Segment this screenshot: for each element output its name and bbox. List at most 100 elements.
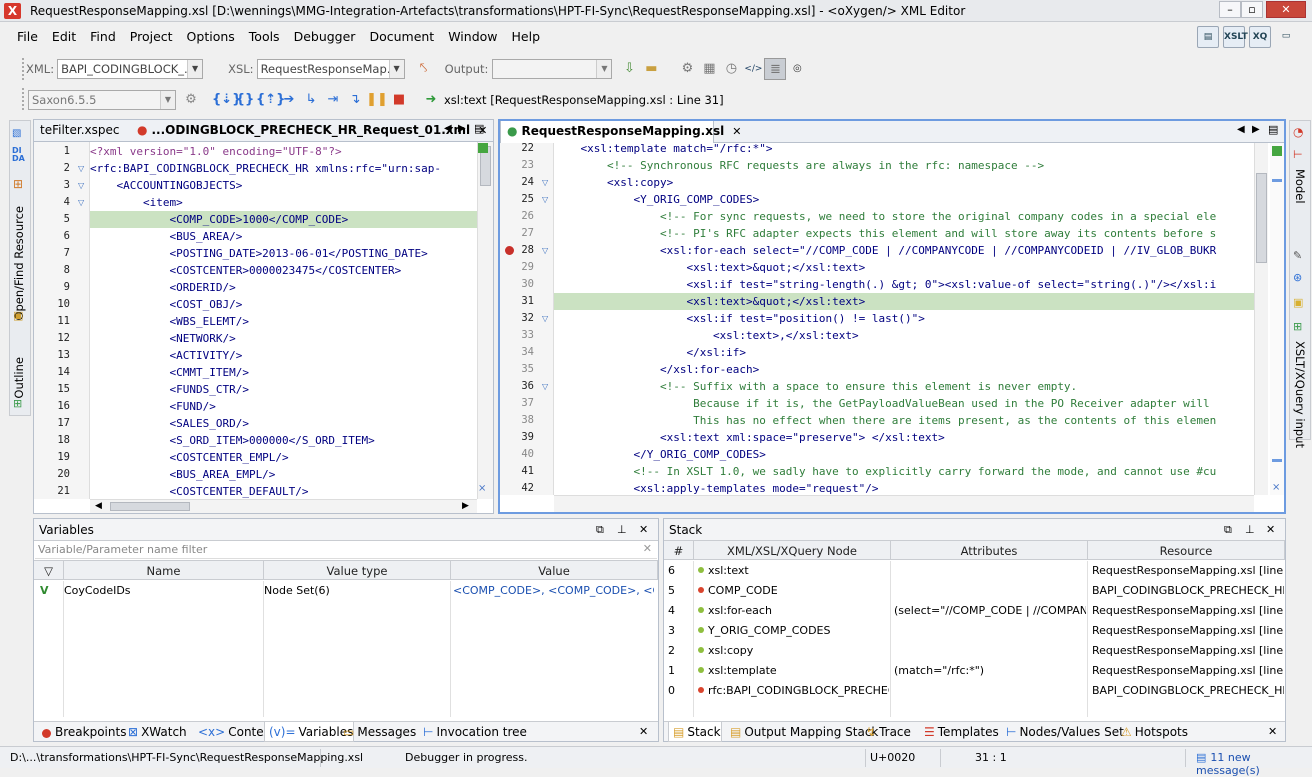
menu-find[interactable]: Find bbox=[83, 26, 123, 48]
left-editor-horizontal-scrollbar[interactable]: ◀ ▶ bbox=[90, 499, 477, 513]
tools-icon[interactable]: ✎ bbox=[1293, 249, 1302, 262]
node-column-header[interactable]: XML/XSL/XQuery Node bbox=[694, 540, 891, 560]
fold-toggle-icon[interactable]: ▽ bbox=[542, 310, 548, 327]
resource-column-header[interactable]: Resource bbox=[1088, 540, 1285, 560]
left-editor-code[interactable]: 1 <?xml version="1.0" encoding="UTF-8"?> 2… bbox=[34, 120, 477, 499]
menu-file[interactable]: File bbox=[10, 26, 45, 48]
menu-project[interactable]: Project bbox=[123, 26, 180, 48]
xslt-debugger-perspective-icon[interactable]: XSLT bbox=[1223, 26, 1248, 48]
fold-toggle-icon[interactable]: ▽ bbox=[542, 174, 548, 191]
tab-invocation-tree[interactable]: ⊢ Invocation tree bbox=[419, 722, 527, 742]
xslt-input-icon[interactable]: ⊞ bbox=[1293, 320, 1302, 333]
step-into-icon[interactable]: {⇣} bbox=[212, 89, 241, 111]
outline-tab[interactable]: Outline bbox=[12, 357, 26, 399]
database-perspective-icon[interactable]: ▭ bbox=[1275, 26, 1297, 48]
tab-nodes-values-set[interactable]: ⊢ Nodes/Values Set bbox=[1002, 722, 1124, 742]
step-over-icon[interactable]: {} bbox=[234, 89, 256, 111]
stack-frame-row[interactable]: 2 xsl:copy RequestResponseMapping.xsl [lin… bbox=[664, 641, 1285, 661]
left-hscroll-thumb[interactable] bbox=[110, 502, 190, 511]
open-folder-icon[interactable]: ▬ bbox=[640, 58, 662, 80]
fold-toggle-icon[interactable]: ▽ bbox=[542, 191, 548, 208]
project-icon[interactable]: ⊞ bbox=[13, 177, 23, 191]
menu-edit[interactable]: Edit bbox=[45, 26, 83, 48]
value-column-header[interactable]: Value bbox=[451, 560, 658, 580]
right-editor-code[interactable]: 22 <xsl:template match="/rfc:*"> 23 <!-- … bbox=[500, 121, 1254, 495]
clear-filter-icon[interactable]: ✕ bbox=[643, 542, 652, 555]
menu-help[interactable]: Help bbox=[505, 26, 548, 48]
close-view-icon[interactable]: ✕ bbox=[1266, 519, 1275, 541]
value-type-column-header[interactable]: Value type bbox=[264, 560, 451, 580]
fold-toggle-icon[interactable]: ▽ bbox=[78, 177, 84, 194]
right-editor-vertical-scrollbar[interactable] bbox=[1254, 143, 1268, 495]
tab-output-mapping-stack[interactable]: ▤ Output Mapping Stack bbox=[726, 722, 878, 742]
stack-frame-row[interactable]: 5 COMP_CODE BAPI_CODINGBLOCK_PRECHECK_HR..… bbox=[664, 581, 1285, 601]
pause-icon[interactable]: ❚❚ bbox=[366, 89, 388, 111]
right-expand-icon[interactable]: ⨯ bbox=[1272, 482, 1280, 493]
editor-perspective-icon[interactable]: ▤ bbox=[1197, 26, 1219, 48]
resource-icon[interactable]: ▣ bbox=[13, 309, 23, 322]
breakpoint-view-icon[interactable]: ◎ bbox=[786, 58, 808, 80]
stack-frame-row[interactable]: 3 Y_ORIG_COMP_CODES RequestResponseMapping… bbox=[664, 621, 1285, 641]
model-tab[interactable]: Model bbox=[1293, 169, 1307, 204]
xquery-debugger-perspective-icon[interactable]: XQ bbox=[1249, 26, 1271, 48]
attributes-icon[interactable]: ◔ bbox=[1293, 125, 1303, 139]
tab-hotspots[interactable]: ⚠ Hotspots bbox=[1117, 722, 1188, 742]
ruler-mark[interactable] bbox=[1272, 179, 1282, 182]
open-find-resource-tab[interactable]: Open/Find Resource bbox=[12, 206, 26, 321]
tab-list-icon[interactable]: ▤ bbox=[1268, 123, 1278, 136]
status-messages[interactable]: ▤ 11 new message(s) bbox=[1196, 751, 1312, 777]
step-out-icon[interactable]: {⇡} bbox=[256, 89, 285, 111]
tab-trace[interactable]: ↯ Trace bbox=[862, 722, 911, 742]
menu-document[interactable]: Document bbox=[362, 26, 441, 48]
close-view-icon[interactable]: ✕ bbox=[639, 519, 648, 541]
tab-messages[interactable]: ▭ Messages bbox=[339, 722, 416, 742]
variable-row[interactable]: V CoyCodeIDs Node Set(6) <COMP_CODE>, <C… bbox=[34, 581, 658, 601]
save-output-icon[interactable]: ⇩ bbox=[618, 58, 640, 80]
close-bottom-right-icon[interactable]: ✕ bbox=[1268, 725, 1277, 738]
menu-window[interactable]: Window bbox=[441, 26, 504, 48]
diagram-icon[interactable]: ▧ bbox=[12, 128, 21, 139]
html-output-icon[interactable]: </> bbox=[742, 58, 764, 80]
output-select[interactable]: ▼ bbox=[492, 59, 613, 79]
attributes-column-header[interactable]: Attributes bbox=[891, 540, 1088, 560]
scroll-left-icon[interactable]: ◀ bbox=[95, 501, 102, 511]
restore-icon[interactable]: ⧉ bbox=[1224, 519, 1232, 541]
pin-icon[interactable]: ⊥ bbox=[617, 519, 627, 541]
stack-toggle-icon[interactable]: ≣ bbox=[764, 58, 787, 80]
elements-icon[interactable]: ⊢ bbox=[1293, 148, 1303, 161]
tab-xwatch[interactable]: ⊠ XWatch bbox=[124, 722, 187, 742]
profile-icon[interactable]: ▦ bbox=[698, 58, 720, 80]
oxygen-app-icon[interactable]: X bbox=[4, 3, 21, 19]
maximize-button[interactable]: ▫ bbox=[1241, 1, 1263, 18]
left-expand-icon[interactable]: ⨯ bbox=[478, 483, 486, 494]
menu-options[interactable]: Options bbox=[180, 26, 242, 48]
flag-column-header[interactable]: ▽ bbox=[34, 560, 64, 580]
clock-icon[interactable]: ◷ bbox=[720, 58, 742, 80]
debugger-settings-icon[interactable]: ⚙ bbox=[676, 58, 698, 80]
tab-breakpoints[interactable]: Breakpoints bbox=[38, 722, 126, 742]
fold-toggle-icon[interactable]: ▽ bbox=[542, 378, 548, 395]
data-source-icon[interactable]: DI DA bbox=[12, 147, 25, 163]
outline-icon[interactable]: ⊞ bbox=[13, 397, 22, 410]
link-icon[interactable]: ⤣ bbox=[413, 58, 435, 80]
ruler-mark[interactable] bbox=[1272, 459, 1282, 462]
minimize-button[interactable]: – bbox=[1219, 1, 1241, 18]
variable-filter-input[interactable]: Variable/Parameter name filter ✕ bbox=[35, 541, 657, 559]
run-to-end-icon[interactable]: ⇥ bbox=[322, 89, 344, 111]
tab-templates[interactable]: ☰ Templates bbox=[920, 722, 999, 742]
stop-icon[interactable]: ■ bbox=[388, 89, 410, 111]
close-window-button[interactable]: ✕ bbox=[1266, 1, 1306, 18]
xml-source-select[interactable]: BAPI_CODINGBLOCK_... ▼ bbox=[57, 59, 204, 79]
xslt-xquery-input-tab[interactable]: XSLT/XQuery input bbox=[1293, 341, 1307, 448]
right-scroll-thumb[interactable] bbox=[1256, 173, 1267, 263]
tab-stack[interactable]: ▤ Stack bbox=[668, 721, 722, 742]
name-column-header[interactable]: Name bbox=[64, 560, 264, 580]
engine-settings-icon[interactable]: ⚙ bbox=[180, 89, 202, 111]
xsl-stylesheet-select[interactable]: RequestResponseMap... ▼ bbox=[256, 59, 405, 79]
stack-frame-row[interactable]: 1 xsl:template (match="/rfc:*") RequestResp… bbox=[664, 661, 1285, 681]
stack-frame-row[interactable]: 6 xsl:text RequestResponseMapping.xsl [lin… bbox=[664, 561, 1285, 581]
fold-toggle-icon[interactable]: ▽ bbox=[542, 242, 548, 259]
snippet-icon[interactable]: ▣ bbox=[1293, 296, 1303, 309]
xpath-icon[interactable]: ⊛ bbox=[1293, 271, 1302, 284]
transformer-engine-select[interactable]: Saxon6.5.5 ▼ bbox=[28, 90, 176, 110]
